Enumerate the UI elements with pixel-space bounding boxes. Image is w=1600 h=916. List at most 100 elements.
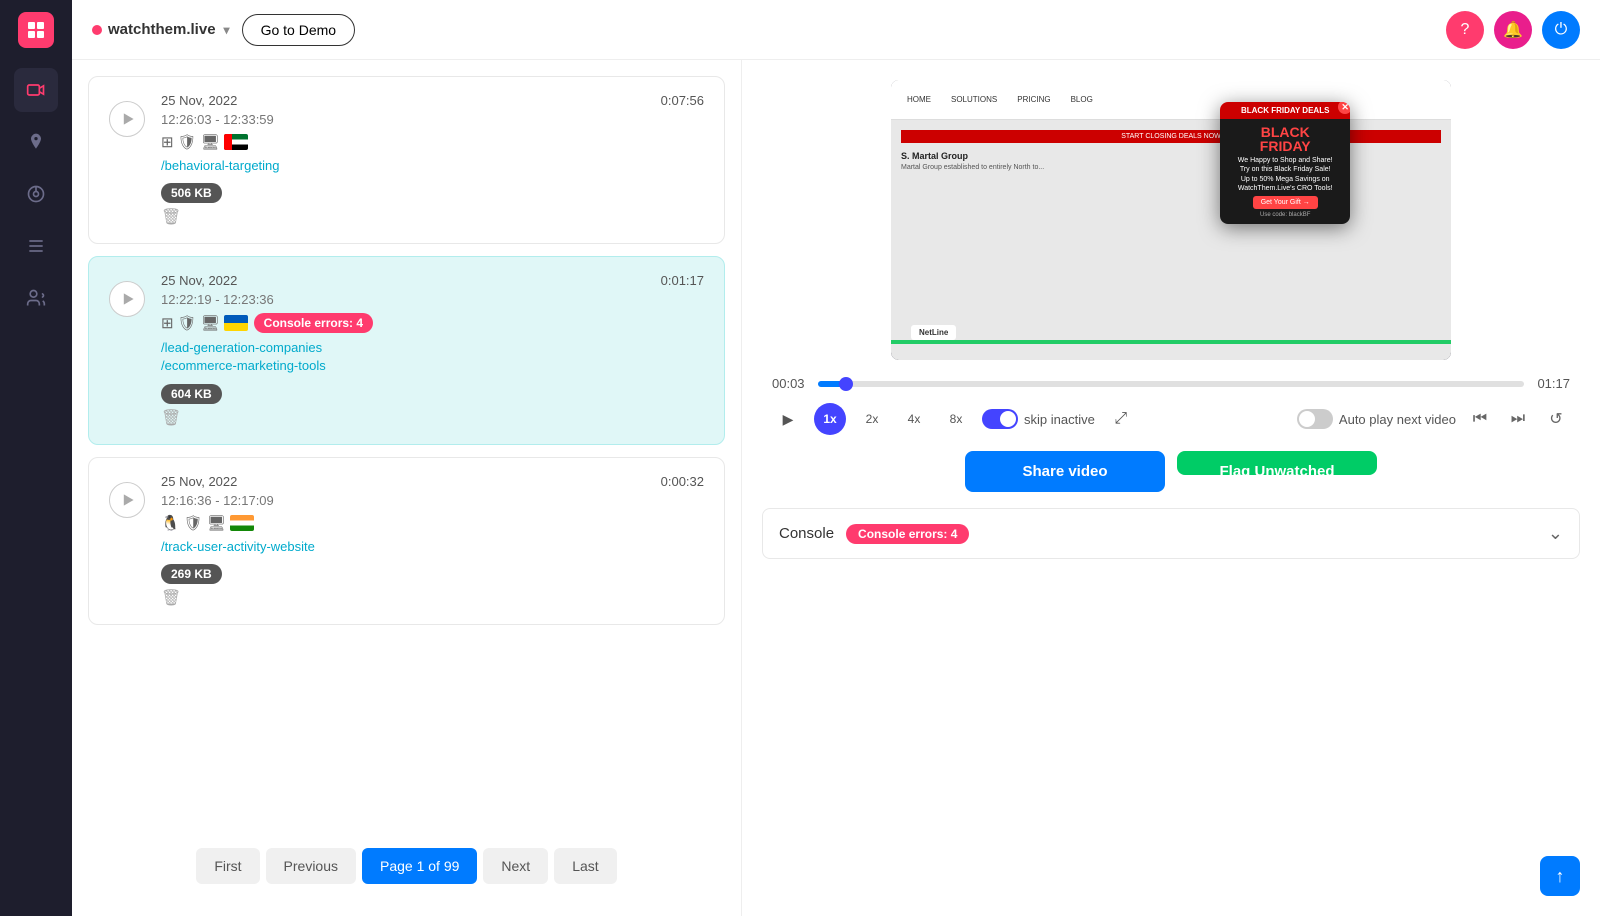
power-icon: ⏻ — [1555, 21, 1568, 39]
power-button[interactable]: ⏻ — [1542, 11, 1580, 49]
console-error-count: Console errors: 4 — [846, 524, 969, 544]
recording-path-2[interactable]: /lead-generation-companies/ecommerce-mar… — [161, 339, 704, 375]
recording-path-3[interactable]: /track-user-activity-website — [161, 538, 704, 556]
brand-dot — [92, 25, 102, 35]
recordings-list: 25 Nov, 2022 0:07:56 12:26:03 - 12:33:59… — [72, 60, 742, 916]
play-control-button[interactable]: ▶ — [772, 403, 804, 435]
sidebar-item-heatmaps[interactable] — [14, 120, 58, 164]
flag-india-3 — [230, 515, 254, 531]
video-container[interactable]: HOME SOLUTIONS PRICING BLOG START CLOSIN… — [891, 80, 1451, 360]
flag-ukraine-2 — [224, 315, 248, 331]
flag-uae-1 — [224, 134, 248, 150]
controls-row: ▶ 1x 2x 4x 8x skip inactive ⤢ — [772, 403, 1570, 435]
sidebar — [0, 0, 72, 916]
console-chevron-icon: ⌄ — [1548, 523, 1563, 544]
popup-code: Use code: blackBF — [1226, 212, 1344, 218]
netline-logo: NetLine — [911, 325, 956, 340]
delete-button-3[interactable]: 🗑 — [161, 588, 704, 608]
sidebar-item-funnels[interactable] — [14, 172, 58, 216]
popup-content: ✕ BLACK FRIDAY DEALS BLACKFRIDAY We Happ… — [1220, 102, 1350, 223]
sim-body: START CLOSING DEALS NOW S. Martal Group … — [891, 120, 1451, 182]
green-bar — [891, 340, 1451, 344]
recording-card-1: 25 Nov, 2022 0:07:56 12:26:03 - 12:33:59… — [88, 76, 725, 244]
sim-main: START CLOSING DEALS NOW S. Martal Group … — [901, 130, 1441, 172]
recording-tags-3: 🐧 🛡 🖥 — [161, 514, 704, 532]
sim-company-text: Martal Group established to entirely Nor… — [901, 163, 1441, 172]
brand-link[interactable]: watchthem.live ▾ — [92, 21, 230, 38]
windows-icon-1: ⊞ — [161, 133, 174, 151]
speed-2x-button[interactable]: 2x — [856, 403, 888, 435]
next-page-button[interactable]: Next — [483, 848, 548, 884]
console-section[interactable]: Console Console errors: 4 ⌄ — [762, 508, 1580, 559]
brand-name: watchthem.live — [108, 21, 216, 38]
sim-banner: START CLOSING DEALS NOW — [901, 130, 1441, 143]
recording-meta-2: 25 Nov, 2022 0:01:17 — [161, 273, 704, 288]
console-error-badge-2: Console errors: 4 — [254, 313, 373, 333]
sidebar-item-users[interactable] — [14, 276, 58, 320]
sim-nav-2: SOLUTIONS — [945, 93, 1003, 106]
share-video-button[interactable]: Share video — [965, 451, 1165, 492]
sidebar-item-recordings[interactable] — [14, 68, 58, 112]
recording-info-1: 25 Nov, 2022 0:07:56 12:26:03 - 12:33:59… — [161, 93, 704, 227]
speed-1x-button[interactable]: 1x — [814, 403, 846, 435]
sim-nav-4: BLOG — [1065, 93, 1099, 106]
os-icons-1: ⊞ 🛡 🖥 — [161, 133, 248, 151]
help-button[interactable]: ? — [1446, 11, 1484, 49]
skip-back-button[interactable]: ⏮ — [1466, 405, 1494, 433]
play-button-1[interactable] — [109, 101, 145, 137]
popup-cta: Get Your Gift → — [1253, 196, 1318, 209]
autoplay-toggle-thumb — [1299, 411, 1315, 427]
flag-unwatched-button[interactable]: Flag Unwatched — [1177, 451, 1377, 475]
skip-toggle-thumb — [1000, 411, 1016, 427]
windows-icon-2: ⊞ — [161, 314, 174, 332]
delete-button-2[interactable]: 🗑 — [161, 408, 704, 428]
popup-close-icon: ✕ — [1338, 102, 1350, 114]
scroll-to-top-button[interactable]: ↑ — [1540, 856, 1580, 896]
popup-header: BLACK FRIDAY DEALS — [1220, 102, 1350, 119]
autoplay-toggle-track[interactable] — [1297, 409, 1333, 429]
speed-8x-button[interactable]: 8x — [940, 403, 972, 435]
fullscreen-button[interactable]: ⤢ — [1105, 403, 1137, 435]
recording-info-2: 25 Nov, 2022 0:01:17 12:22:19 - 12:23:36… — [161, 273, 704, 427]
recording-time-3: 12:16:36 - 12:17:09 — [161, 493, 704, 508]
progress-thumb[interactable] — [839, 377, 853, 391]
player-controls: 00:03 01:17 ▶ 1x 2x 4x 8x — [762, 376, 1580, 435]
demo-button[interactable]: Go to Demo — [242, 14, 355, 46]
help-icon: ? — [1461, 21, 1470, 39]
content: 25 Nov, 2022 0:07:56 12:26:03 - 12:33:59… — [72, 60, 1600, 916]
recording-card-3: 25 Nov, 2022 0:00:32 12:16:36 - 12:17:09… — [88, 457, 725, 625]
monitor-icon-1: 🖥 — [201, 133, 220, 151]
progress-row: 00:03 01:17 — [772, 376, 1570, 391]
recording-path-1[interactable]: /behavioral-targeting — [161, 157, 704, 175]
recording-size-3: 269 KB — [161, 564, 222, 584]
video-frame: HOME SOLUTIONS PRICING BLOG START CLOSIN… — [891, 80, 1451, 360]
delete-button-1[interactable]: 🗑 — [161, 207, 704, 227]
skip-inactive-toggle[interactable]: skip inactive — [982, 409, 1095, 429]
notification-button[interactable]: 🔔 — [1494, 11, 1532, 49]
first-page-button[interactable]: First — [196, 848, 259, 884]
recording-meta-3: 25 Nov, 2022 0:00:32 — [161, 474, 704, 489]
refresh-button[interactable]: ↺ — [1542, 405, 1570, 433]
recording-duration-1: 0:07:56 — [661, 93, 704, 108]
recording-date-1: 25 Nov, 2022 — [161, 93, 237, 108]
os-icons-2: ⊞ 🛡 🖥 — [161, 314, 248, 332]
recording-time-2: 12:22:19 - 12:23:36 — [161, 292, 704, 307]
prev-page-button[interactable]: Previous — [266, 848, 356, 884]
skip-toggle-track[interactable] — [982, 409, 1018, 429]
speed-4x-button[interactable]: 4x — [898, 403, 930, 435]
current-page-button[interactable]: Page 1 of 99 — [362, 848, 477, 884]
skip-forward-button[interactable]: ⏭ — [1504, 405, 1532, 433]
player-panel: HOME SOLUTIONS PRICING BLOG START CLOSIN… — [742, 60, 1600, 916]
popup-title: BLACKFRIDAY — [1226, 125, 1344, 153]
sim-nav-1: HOME — [901, 93, 937, 106]
popup-subtitle: We Happy to Shop and Share!Try on this B… — [1226, 156, 1344, 192]
sidebar-item-events[interactable] — [14, 224, 58, 268]
shield-icon-2: 🛡 — [178, 314, 197, 332]
play-button-2[interactable] — [109, 281, 145, 317]
shield-icon-1: 🛡 — [178, 133, 197, 151]
sidebar-logo[interactable] — [18, 12, 54, 48]
progress-bar[interactable] — [818, 381, 1524, 387]
play-button-3[interactable] — [109, 482, 145, 518]
last-page-button[interactable]: Last — [554, 848, 616, 884]
autoplay-toggle[interactable]: Auto play next video — [1297, 409, 1456, 429]
